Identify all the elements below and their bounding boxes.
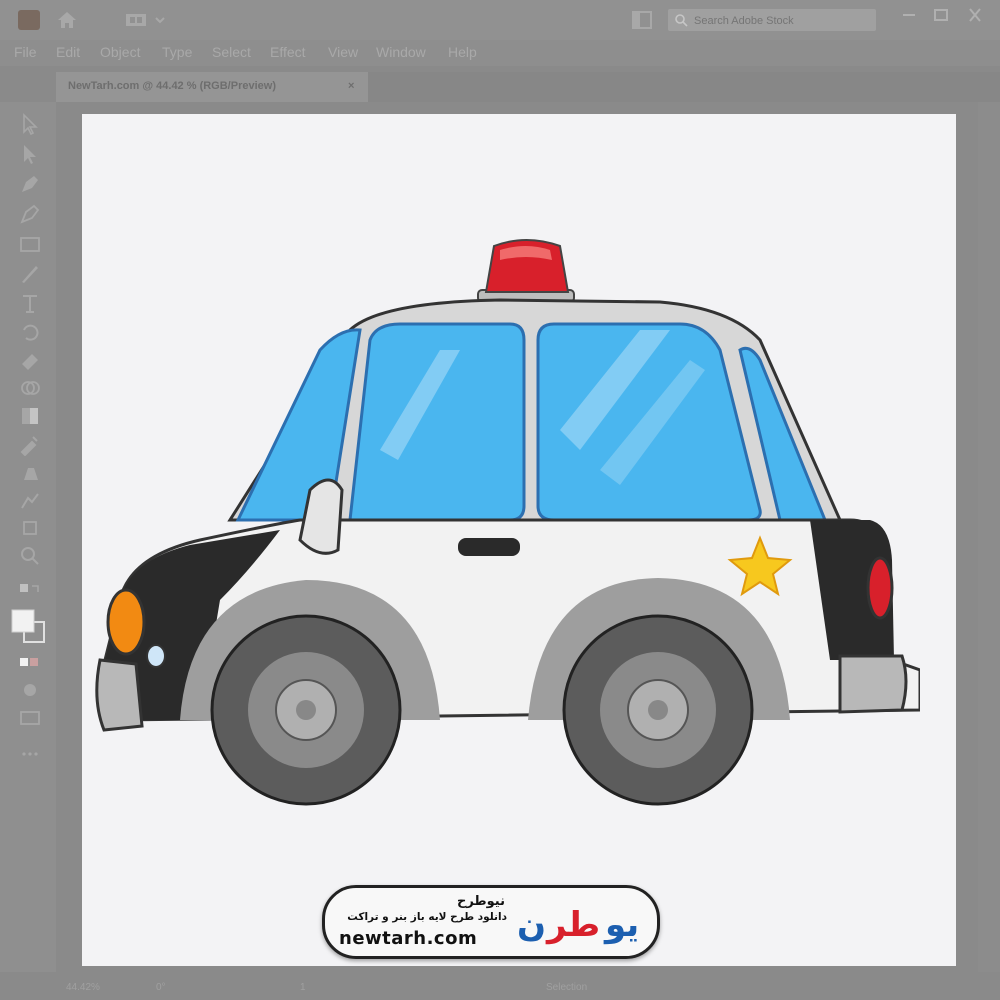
rotation-view[interactable]: 0° — [156, 982, 166, 993]
graph-tool-icon[interactable] — [18, 488, 42, 512]
brand-tagline: دانلود طرح لایه باز بنر و تراکت — [347, 911, 507, 923]
menu-edit[interactable]: Edit — [56, 44, 80, 60]
rectangle-tool-icon[interactable] — [18, 232, 42, 256]
more-tools-icon[interactable] — [18, 742, 42, 766]
police-car-illustration — [95, 239, 920, 806]
headlight — [106, 588, 146, 656]
swap-colors-icon[interactable] — [18, 582, 42, 606]
draw-mode-icon[interactable] — [18, 678, 42, 702]
fog-light — [146, 644, 166, 668]
front-bumper — [95, 658, 144, 732]
fill-stroke-swatch[interactable] — [10, 608, 46, 644]
zoom-tool-icon[interactable] — [18, 544, 42, 568]
tools-panel — [0, 102, 56, 972]
vertical-scrollbar[interactable] — [978, 102, 1000, 972]
rear-wheel — [562, 614, 754, 806]
pen-tool-icon[interactable] — [18, 172, 42, 196]
artboard-number[interactable]: 1 — [300, 982, 306, 993]
siren-light — [477, 239, 575, 303]
menu-object[interactable]: Object — [100, 44, 140, 60]
menu-help[interactable]: Help — [448, 44, 477, 60]
menu-bar — [0, 40, 1000, 66]
newtarh-logo: ن طر یو — [517, 905, 639, 945]
menu-type[interactable]: Type — [162, 44, 192, 60]
menu-effect[interactable]: Effect — [270, 44, 306, 60]
front-wheel — [210, 614, 402, 806]
zoom-level[interactable]: 44.42% — [66, 982, 100, 993]
curvature-tool-icon[interactable] — [18, 202, 42, 226]
type-tool-icon[interactable] — [18, 292, 42, 316]
tail-light — [866, 556, 894, 620]
restore-icon[interactable] — [930, 6, 952, 24]
symbol-sprayer-tool-icon[interactable] — [18, 460, 42, 484]
menu-select[interactable]: Select — [212, 44, 251, 60]
menu-window[interactable]: Window — [376, 44, 426, 60]
artboard-tool-icon[interactable] — [18, 516, 42, 540]
arrange-documents-icon[interactable] — [632, 11, 652, 29]
status-bar — [56, 972, 1000, 1000]
search-stock-field[interactable] — [668, 9, 876, 31]
svg-text:یو: یو — [603, 905, 639, 945]
brand-url: newtarh.com — [339, 928, 478, 949]
close-tab-icon[interactable]: × — [348, 80, 354, 92]
minimize-icon[interactable] — [898, 6, 920, 24]
current-tool: Selection — [546, 982, 588, 993]
search-input[interactable] — [692, 12, 872, 30]
svg-text:ن: ن — [517, 905, 546, 945]
color-mode-icon[interactable] — [18, 650, 42, 674]
paintbrush-tool-icon[interactable] — [18, 262, 42, 286]
rotate-tool-icon[interactable] — [18, 320, 42, 344]
document-tab[interactable]: NewTarh.com @ 44.42 % (RGB/Preview) × — [56, 72, 368, 102]
rear-bumper — [838, 654, 908, 714]
menu-file[interactable]: File — [14, 44, 37, 60]
menu-view[interactable]: View — [328, 44, 358, 60]
shape-builder-tool-icon[interactable] — [18, 376, 42, 400]
door-handle — [458, 538, 520, 556]
selection-tool-icon[interactable] — [18, 112, 42, 136]
close-window-icon[interactable] — [964, 6, 986, 24]
svg-text:طر: طر — [545, 905, 600, 945]
screen-mode-icon[interactable] — [18, 706, 42, 730]
workspace-switcher-icon[interactable] — [124, 12, 168, 28]
eyedropper-tool-icon[interactable] — [18, 432, 42, 456]
brand-name: نیوطرح — [456, 894, 505, 909]
gradient-tool-icon[interactable] — [18, 404, 42, 428]
app-logo-icon[interactable] — [18, 10, 40, 30]
watermark-badge: نیوطرح دانلود طرح لایه باز بنر و تراکت n… — [322, 885, 660, 959]
direct-selection-tool-icon[interactable] — [18, 142, 42, 166]
home-icon[interactable] — [56, 10, 78, 30]
eraser-tool-icon[interactable] — [18, 348, 42, 372]
search-icon — [675, 14, 688, 27]
document-tab-title: NewTarh.com @ 44.42 % (RGB/Preview) — [68, 80, 276, 92]
